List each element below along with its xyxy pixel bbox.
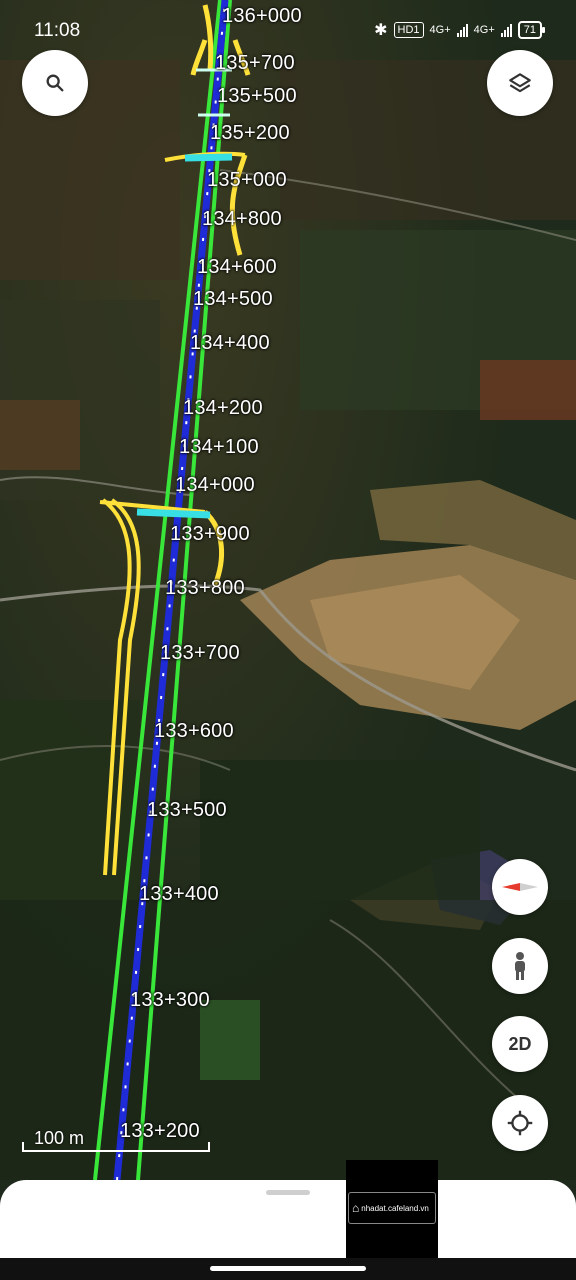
watermark-box: ⌂ nhadat.cafeland.vn	[348, 1192, 436, 1224]
home-gesture-bar[interactable]	[210, 1266, 366, 1271]
chainage-label: 134+600	[197, 256, 277, 278]
search-button[interactable]	[22, 50, 88, 116]
chainage-label: 133+300	[130, 989, 210, 1011]
chainage-label: 134+800	[202, 208, 282, 230]
compass-icon	[502, 883, 538, 891]
chainage-label: 134+500	[193, 288, 273, 310]
chainage-label: 136+000	[222, 5, 302, 27]
status-icons: ✱ HD1 4G+ 4G+ 71	[374, 20, 546, 40]
status-time: 11:08	[34, 20, 81, 41]
signal-icon-1	[456, 23, 468, 37]
chainage-label: 135+700	[215, 52, 295, 74]
network-label-2: 4G+	[473, 24, 495, 36]
signal-icon-2	[500, 23, 512, 37]
chainage-label: 135+000	[207, 169, 287, 191]
chainage-label: 133+400	[139, 883, 219, 905]
chainage-label: 134+100	[179, 436, 259, 458]
chainage-label: 134+200	[183, 397, 263, 419]
my-location-button[interactable]	[492, 1095, 548, 1151]
satellite-map[interactable]	[0, 0, 576, 1280]
layers-button[interactable]	[487, 50, 553, 116]
chainage-label: 134+400	[190, 332, 270, 354]
watermark-text: nhadat.cafeland.vn	[361, 1203, 429, 1213]
watermark: ⌂ nhadat.cafeland.vn	[346, 1160, 438, 1258]
street-view-button[interactable]	[492, 938, 548, 994]
bottom-sheet-handle[interactable]	[266, 1190, 310, 1195]
bluetooth-icon: ✱	[374, 22, 388, 39]
scale-line	[22, 1150, 210, 1152]
house-icon: ⌂	[352, 1201, 360, 1215]
chainage-label: 134+000	[175, 474, 255, 496]
scale-tick-right	[208, 1142, 210, 1152]
chainage-label: 133+900	[170, 523, 250, 545]
chainage-label: 135+500	[217, 85, 297, 107]
network-label-1: 4G+	[429, 24, 451, 36]
scale-bar: 100 m	[22, 1128, 212, 1154]
chainage-label: 133+600	[154, 720, 234, 742]
hd-badge: HD1	[393, 22, 424, 38]
scale-label: 100 m	[34, 1128, 85, 1148]
compass-button[interactable]	[492, 859, 548, 915]
search-icon	[46, 74, 64, 92]
my-location-icon	[507, 1110, 533, 1136]
view-mode-button[interactable]: 2D	[492, 1016, 548, 1072]
pegman-icon	[515, 952, 525, 980]
battery-icon: 71	[517, 21, 546, 39]
layers-icon	[509, 73, 531, 93]
chainage-label: 133+700	[160, 642, 240, 664]
chainage-label: 135+200	[210, 122, 290, 144]
chainage-label: 133+800	[165, 577, 245, 599]
chainage-label: 133+500	[147, 799, 227, 821]
